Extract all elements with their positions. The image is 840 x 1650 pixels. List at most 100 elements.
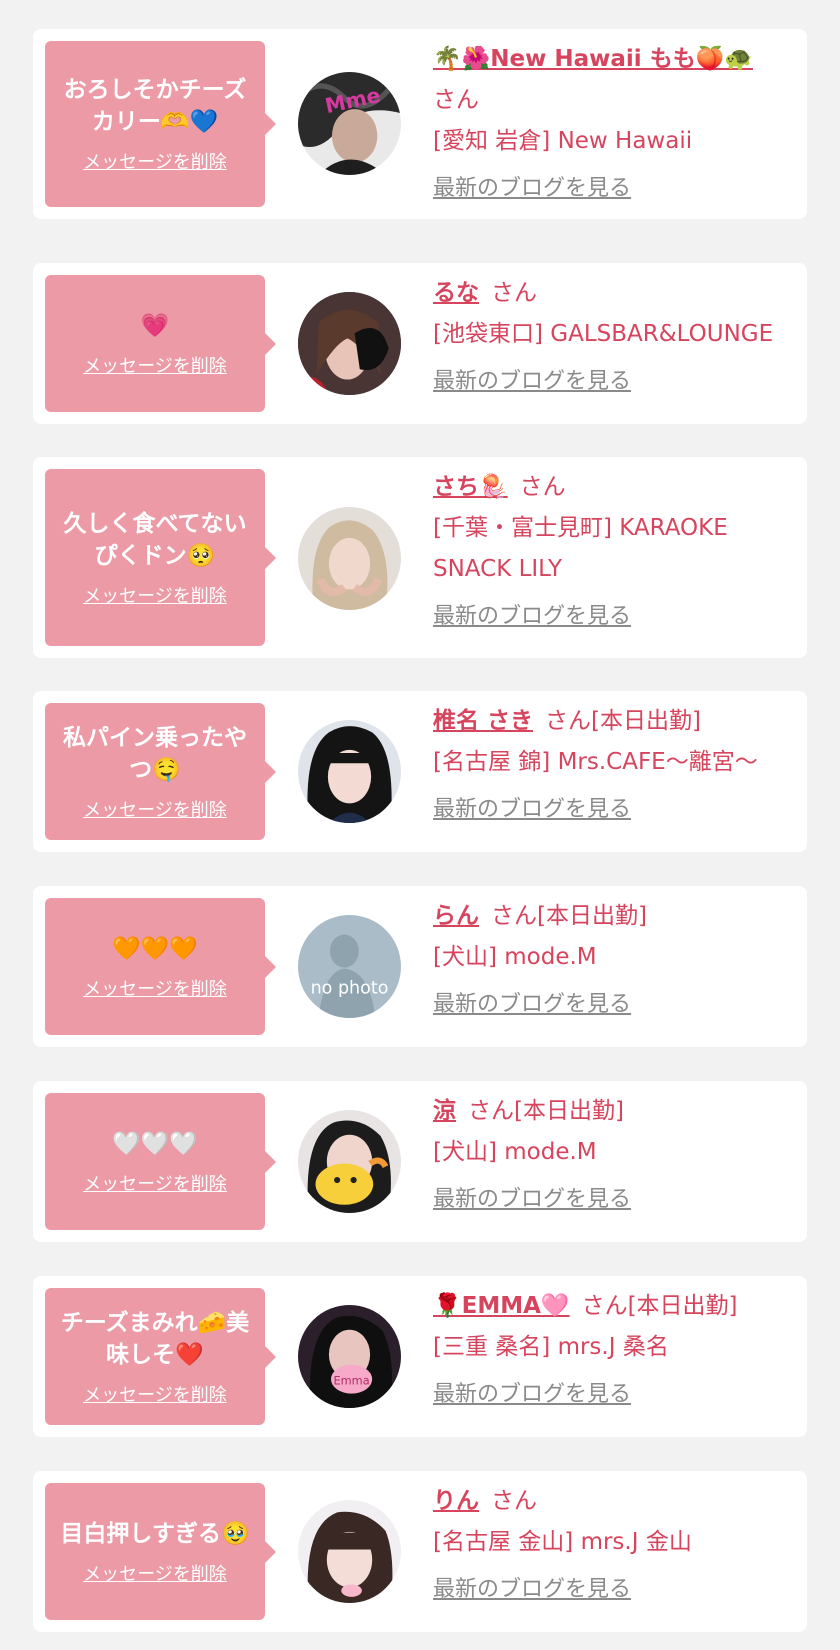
message-list: おろしそかチーズカリー🫶💙 メッセージを削除 Mme 🌴🌺New Hawaii …	[0, 0, 840, 1650]
latest-blog-link[interactable]: 最新のブログを見る	[433, 1569, 631, 1610]
shop-label: [三重 桑名] mrs.J 桑名	[433, 1334, 669, 1360]
name-line: 涼さん[本日出勤]	[433, 1091, 803, 1132]
message-card: 🧡🧡🧡 メッセージを削除 no photo らん さん[本日出勤] [犬山] mo…	[33, 886, 807, 1047]
shop-label: [名古屋 金山] mrs.J 金山	[433, 1529, 692, 1555]
latest-blog-link[interactable]: 最新のブログを見る	[433, 789, 631, 830]
message-bubble: 私パイン乗ったやつ🤤 メッセージを削除	[45, 703, 276, 840]
latest-blog-link[interactable]: 最新のブログを見る	[433, 1374, 631, 1415]
avatar[interactable]	[298, 1500, 401, 1603]
avatar[interactable]: Mme	[298, 72, 401, 175]
avatar[interactable]: Emma	[298, 1305, 401, 1408]
status-badge: [本日出勤]	[537, 903, 647, 929]
latest-blog-link[interactable]: 最新のブログを見る	[433, 1179, 631, 1220]
cast-name-link[interactable]: さち🪼	[433, 474, 508, 500]
message-text: 私パイン乗ったやつ🤤	[63, 724, 247, 783]
cast-info: 🌹EMMA🩷 さん[本日出勤] [三重 桑名] mrs.J 桑名 最新のブログを見…	[433, 1286, 803, 1415]
cast-info: らん さん[本日出勤] [犬山] mode.M 最新のブログを見る	[433, 896, 803, 1025]
name-line: 🌹EMMA🩷 さん[本日出勤]	[433, 1286, 803, 1327]
message-text: 🤍🤍🤍	[112, 1130, 198, 1157]
message-text: 💗	[140, 312, 170, 339]
message-text: 久しく食べてないぴくドン🥺	[63, 510, 247, 569]
name-line: 🌴🌺New Hawaii もも🍑🐢 さん	[433, 39, 803, 121]
delete-message-button[interactable]: メッセージを削除	[83, 796, 227, 822]
message-text: おろしそかチーズカリー🫶💙	[63, 77, 247, 135]
honorific: さん	[545, 708, 592, 734]
avatar-photo-icon: Mme	[298, 72, 401, 175]
status-badge: [本日出勤]	[514, 1098, 624, 1124]
message-bubble: おろしそかチーズカリー🫶💙 メッセージを削除	[45, 41, 276, 207]
message-bubble: 🧡🧡🧡 メッセージを削除	[45, 898, 276, 1035]
name-line: らん さん[本日出勤]	[433, 896, 803, 937]
delete-message-button[interactable]: メッセージを削除	[83, 1381, 227, 1407]
delete-message-button[interactable]: メッセージを削除	[83, 352, 227, 378]
name-line: 椎名 さき さん[本日出勤]	[433, 701, 803, 742]
delete-message-button[interactable]: メッセージを削除	[83, 1560, 227, 1586]
cast-info: るな さん [池袋東口] GALSBAR&LOUNGE 最新のブログを見る	[433, 273, 803, 402]
honorific: さん	[491, 903, 537, 929]
latest-blog-link[interactable]: 最新のブログを見る	[433, 984, 631, 1025]
cast-name-link[interactable]: りん	[433, 1488, 479, 1514]
message-card: 💗 メッセージを削除 るな さん [池袋東口] GALSBAR&LOUNGE 最新…	[33, 263, 807, 424]
honorific: さん	[519, 474, 566, 500]
no-photo-icon: no photo	[298, 915, 401, 1018]
avatar-photo-icon	[298, 507, 401, 610]
message-card: チーズまみれ🧀美味しそ❤️ メッセージを削除 Emma 🌹EMMA🩷 さん[本日出…	[33, 1276, 807, 1437]
latest-blog-link[interactable]: 最新のブログを見る	[433, 168, 631, 209]
message-bubble: チーズまみれ🧀美味しそ❤️ メッセージを削除	[45, 1288, 276, 1425]
honorific: さん	[468, 1098, 514, 1124]
avatar-photo-icon: Emma	[298, 1305, 401, 1408]
message-card: 目白押しすぎる🥹 メッセージを削除 りん さん [名古屋 金山] mrs.J 金山…	[33, 1471, 807, 1632]
message-card: おろしそかチーズカリー🫶💙 メッセージを削除 Mme 🌴🌺New Hawaii …	[33, 29, 807, 219]
message-bubble: 久しく食べてないぴくドン🥺 メッセージを削除	[45, 469, 276, 646]
delete-message-button[interactable]: メッセージを削除	[83, 1170, 227, 1196]
message-bubble: 🤍🤍🤍 メッセージを削除	[45, 1093, 276, 1230]
avatar-photo-icon	[298, 1500, 401, 1603]
message-text: 🧡🧡🧡	[112, 935, 198, 962]
shop-label: [池袋東口] GALSBAR&LOUNGE	[433, 321, 774, 347]
cast-info: 椎名 さき さん[本日出勤] [名古屋 錦] Mrs.CAFE〜離宮〜 最新のブロ…	[433, 701, 803, 830]
honorific: さん	[491, 1488, 537, 1514]
cast-name-link[interactable]: らん	[433, 903, 479, 929]
name-line: りん さん	[433, 1481, 803, 1522]
cast-info: 涼さん[本日出勤] [犬山] mode.M 最新のブログを見る	[433, 1091, 803, 1220]
delete-message-button[interactable]: メッセージを削除	[83, 148, 227, 174]
status-badge: [本日出勤]	[591, 708, 701, 734]
message-card: 私パイン乗ったやつ🤤 メッセージを削除 椎名 さき さん[本日出勤] [名古屋 錦…	[33, 691, 807, 852]
avatar[interactable]	[298, 292, 401, 395]
avatar[interactable]	[298, 507, 401, 610]
name-line: さち🪼 さん	[433, 467, 803, 508]
message-bubble: 目白押しすぎる🥹 メッセージを削除	[45, 1483, 276, 1620]
delete-message-button[interactable]: メッセージを削除	[83, 582, 227, 608]
cast-info: さち🪼 さん [千葉・富士見町] KARAOKE SNACK LILY 最新のブロ…	[433, 467, 803, 637]
message-card: 久しく食べてないぴくドン🥺 メッセージを削除 さち🪼 さん [千葉・富士見町] K…	[33, 457, 807, 658]
honorific: さん	[433, 87, 479, 113]
latest-blog-link[interactable]: 最新のブログを見る	[433, 596, 631, 637]
delete-message-button[interactable]: メッセージを削除	[83, 975, 227, 1001]
cast-info: りん さん [名古屋 金山] mrs.J 金山 最新のブログを見る	[433, 1481, 803, 1610]
cast-name-link[interactable]: 涼	[433, 1098, 456, 1124]
shop-label: [犬山] mode.M	[433, 944, 597, 970]
message-card: 🤍🤍🤍 メッセージを削除 涼さん[本日出勤] [犬山] mode.M 最新のブロ…	[33, 1081, 807, 1242]
shop-label: [千葉・富士見町] KARAOKE SNACK LILY	[433, 515, 728, 582]
shop-label: [愛知 岩倉] New Hawaii	[433, 128, 693, 154]
cast-name-link[interactable]: 🌹EMMA🩷	[433, 1293, 570, 1319]
message-bubble: 💗 メッセージを削除	[45, 275, 276, 412]
shop-label: [犬山] mode.M	[433, 1139, 597, 1165]
avatar-photo-icon	[298, 720, 401, 823]
avatar[interactable]: no photo	[298, 915, 401, 1018]
cast-name-link[interactable]: るな	[433, 280, 479, 306]
avatar[interactable]	[298, 1110, 401, 1213]
message-text: チーズまみれ🧀美味しそ❤️	[60, 1309, 250, 1368]
status-badge: [本日出勤]	[627, 1293, 738, 1319]
cast-name-link[interactable]: 椎名 さき	[433, 708, 533, 734]
avatar-photo-icon	[298, 292, 401, 395]
svg-text:no photo: no photo	[311, 978, 389, 998]
avatar-photo-icon	[298, 1110, 401, 1213]
latest-blog-link[interactable]: 最新のブログを見る	[433, 361, 631, 402]
avatar[interactable]	[298, 720, 401, 823]
svg-text:Emma: Emma	[333, 1373, 369, 1387]
shop-label: [名古屋 錦] Mrs.CAFE〜離宮〜	[433, 749, 758, 775]
name-line: るな さん	[433, 273, 803, 314]
honorific: さん	[581, 1293, 628, 1319]
cast-name-link[interactable]: 🌴🌺New Hawaii もも🍑🐢	[433, 46, 753, 72]
